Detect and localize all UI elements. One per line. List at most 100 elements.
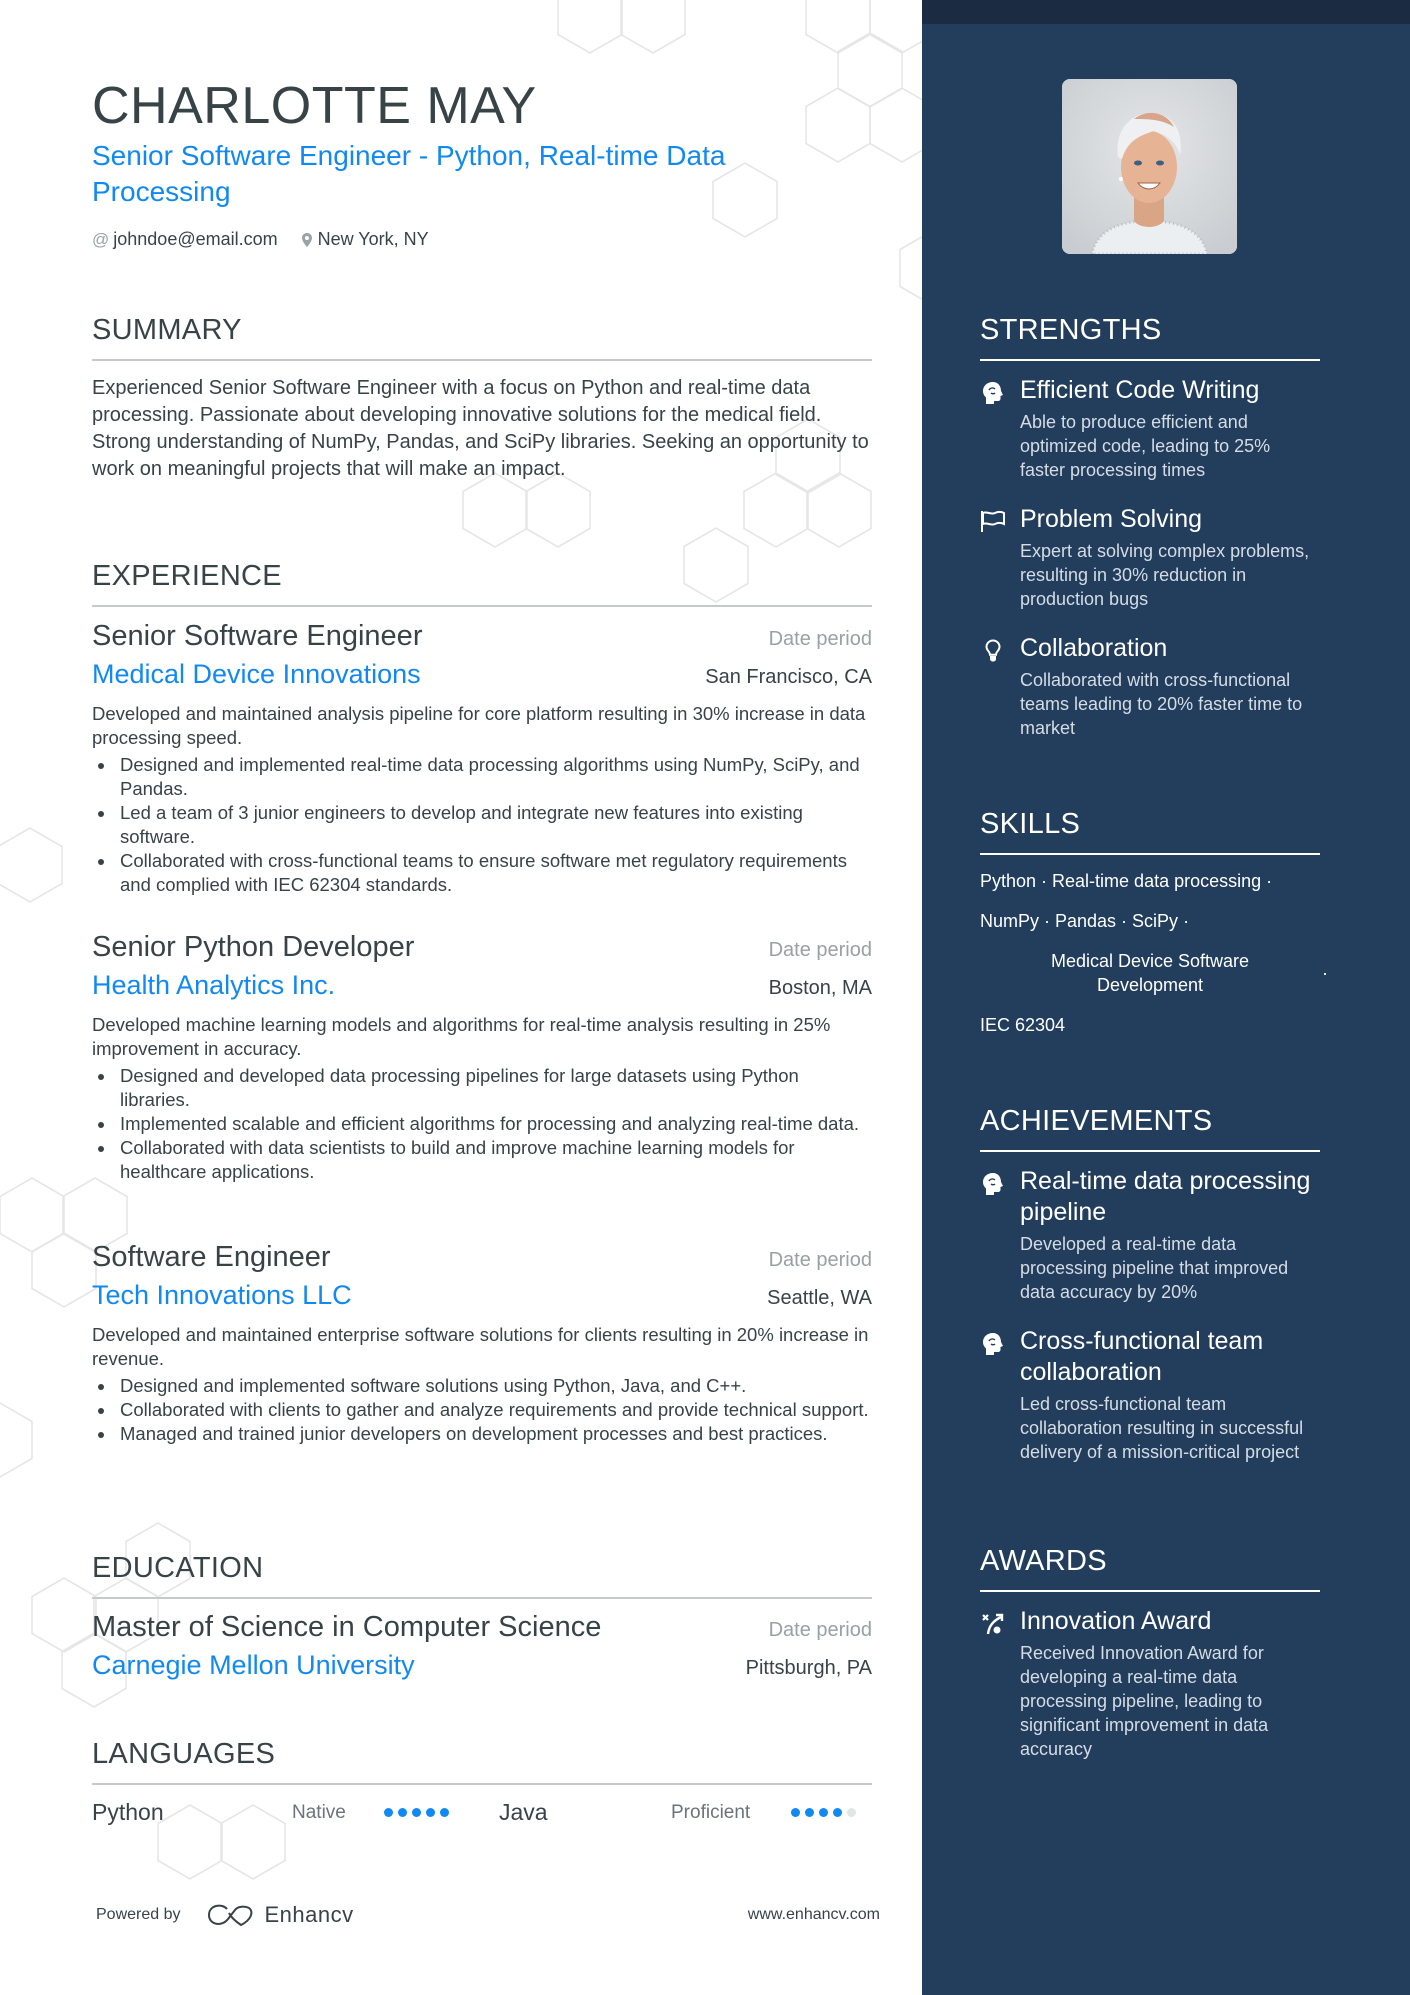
location-item: New York, NY [301, 229, 429, 250]
hexagon-shape [805, 0, 871, 54]
website-link[interactable]: www.enhancv.com [748, 1906, 880, 1924]
email-item[interactable]: @ johndoe@email.com [92, 229, 278, 250]
languages-section: LANGUAGES Python Native Java Proficient [92, 1738, 872, 1826]
languages-row: Python Native Java Proficient [92, 1799, 872, 1826]
candidate-headline: Senior Software Engineer - Python, Real-… [92, 140, 726, 207]
job-description: Developed and maintained analysis pipeli… [92, 703, 866, 748]
job-date: Date period [768, 628, 872, 650]
education-section: EDUCATION Master of Science in Computer … [92, 1552, 872, 1681]
language-name: Python [92, 1799, 164, 1825]
job-description: Developed and maintained enterprise soft… [92, 1324, 869, 1369]
strength-item: Efficient Code Writing Able to produce e… [980, 375, 1320, 482]
at-icon: @ [92, 229, 110, 249]
achievement-description: Led cross-functional team collaboration … [1020, 1394, 1304, 1462]
summary-text: Experienced Senior Software Engineer wit… [92, 377, 869, 480]
job-bullet: Implemented scalable and efficient algor… [92, 1112, 872, 1136]
school-name: Carnegie Mellon University [92, 1650, 415, 1680]
language-rating [791, 1808, 856, 1817]
powered-by-label: Powered by [96, 1906, 181, 1923]
award-description: Received Innovation Award for developing… [1020, 1643, 1269, 1759]
achievement-item: Real-time data processing pipeline Devel… [980, 1166, 1320, 1304]
job-company: Health Analytics Inc. [92, 970, 336, 1000]
section-title-languages: LANGUAGES [92, 1738, 872, 1785]
hexagon-shape [899, 235, 922, 301]
hexagon-shape [837, 32, 903, 108]
job-bullet: Designed and implemented real-time data … [92, 753, 872, 801]
job-bullet: Designed and developed data processing p… [92, 1064, 872, 1112]
rating-dot-filled [384, 1808, 393, 1817]
summary-section: SUMMARY Experienced Senior Software Engi… [92, 314, 872, 483]
job-bullets: Designed and implemented real-time data … [92, 753, 872, 897]
rating-dot-empty [847, 1808, 856, 1817]
location-text: New York, NY [317, 229, 429, 249]
brain-icon [980, 375, 1006, 482]
contact-info: @ johndoe@email.com New York, NY [92, 229, 429, 250]
section-title-achievements: ACHIEVEMENTS [980, 1105, 1320, 1152]
job-bullet: Led a team of 3 junior engineers to deve… [92, 801, 872, 849]
sidebar-topbar [922, 0, 1410, 24]
job-title: Software Engineer [92, 1241, 331, 1273]
skill-tag: Medical Device Software Development [1050, 951, 1250, 995]
job-date: Date period [768, 1249, 872, 1271]
school-location: Pittsburgh, PA [745, 1657, 872, 1679]
job-location: Boston, MA [768, 977, 872, 999]
experience-section: EXPERIENCE [92, 560, 872, 607]
job-bullets: Designed and implemented software soluti… [92, 1374, 872, 1446]
language-rating [384, 1808, 499, 1817]
section-title-education: EDUCATION [92, 1552, 872, 1599]
language-level: Proficient [671, 1801, 751, 1823]
profile-photo [1062, 79, 1237, 254]
hexagon-shape [0, 827, 63, 903]
section-title-awards: AWARDS [980, 1545, 1320, 1592]
job-bullet: Collaborated with cross-functional teams… [92, 849, 872, 897]
skill-separator: · [1322, 963, 1328, 983]
email-text[interactable]: johndoe@email.com [113, 229, 277, 250]
skill-line: NumPy · Pandas · SciPy · [980, 911, 1190, 931]
rating-dot-filled [426, 1808, 435, 1817]
job-company: Tech Innovations LLC [92, 1280, 352, 1310]
hexagon-shape [0, 1402, 33, 1478]
job-bullet: Collaborated with clients to gather and … [92, 1398, 872, 1422]
enhancv-brand: Enhancv [264, 1902, 354, 1927]
strength-item: Collaboration Collaborated with cross-fu… [980, 633, 1320, 740]
strength-title: Problem Solving [1020, 505, 1203, 533]
strength-item: Problem Solving Expert at solving comple… [980, 504, 1320, 611]
job-location: San Francisco, CA [705, 666, 872, 688]
achievements-section: ACHIEVEMENTS Real-time data processing p… [980, 1105, 1320, 1464]
job-entry: Senior Python Developer Date period Heal… [92, 931, 872, 1184]
section-title-experience: EXPERIENCE [92, 560, 872, 607]
rating-dot-filled [805, 1808, 814, 1817]
brain-icon [980, 1166, 1006, 1304]
hexagon-shape [620, 0, 686, 54]
location-pin-icon [301, 233, 312, 247]
section-title-summary: SUMMARY [92, 314, 872, 361]
language-level: Native [292, 1801, 346, 1823]
job-title: Senior Python Developer [92, 931, 415, 963]
job-bullet: Collaborated with data scientists to bui… [92, 1136, 872, 1184]
lightbulb-icon [980, 633, 1006, 740]
strength-title: Collaboration [1020, 634, 1168, 662]
skills-list: Python · Real-time data processing · Num… [980, 869, 1328, 1037]
rating-dot-filled [398, 1808, 407, 1817]
skill-line: IEC 62304 [980, 1015, 1066, 1035]
portrait-illustration [1062, 79, 1237, 254]
enhancv-logo[interactable]: Enhancv [207, 1902, 354, 1928]
job-location: Seattle, WA [767, 1287, 872, 1309]
flag-icon [980, 504, 1006, 611]
sidebar: STRENGTHS Efficient Code Writing Able to… [922, 0, 1410, 1995]
job-bullets: Designed and developed data processing p… [92, 1064, 872, 1184]
section-title-strengths: STRENGTHS [980, 314, 1320, 361]
job-title: Senior Software Engineer [92, 620, 423, 652]
rating-dot-filled [819, 1808, 828, 1817]
awards-section: AWARDS Innovation Award Received Innovat… [980, 1545, 1320, 1761]
language-name: Java [499, 1799, 548, 1825]
footer: Powered by Enhancv www.enhancv.com [96, 1902, 880, 1928]
achievement-item: Cross-functional team collaboration Led … [980, 1326, 1320, 1464]
section-title-skills: SKILLS [980, 808, 1320, 855]
job-entry: Software Engineer Date period Tech Innov… [92, 1241, 872, 1446]
achievement-description: Developed a real-time data processing pi… [1020, 1234, 1289, 1302]
skills-section: SKILLS Python · Real-time data processin… [980, 808, 1328, 1053]
job-bullet: Managed and trained junior developers on… [92, 1422, 872, 1446]
award-title: Innovation Award [1020, 1607, 1212, 1635]
hexagon-shape [31, 1232, 97, 1308]
